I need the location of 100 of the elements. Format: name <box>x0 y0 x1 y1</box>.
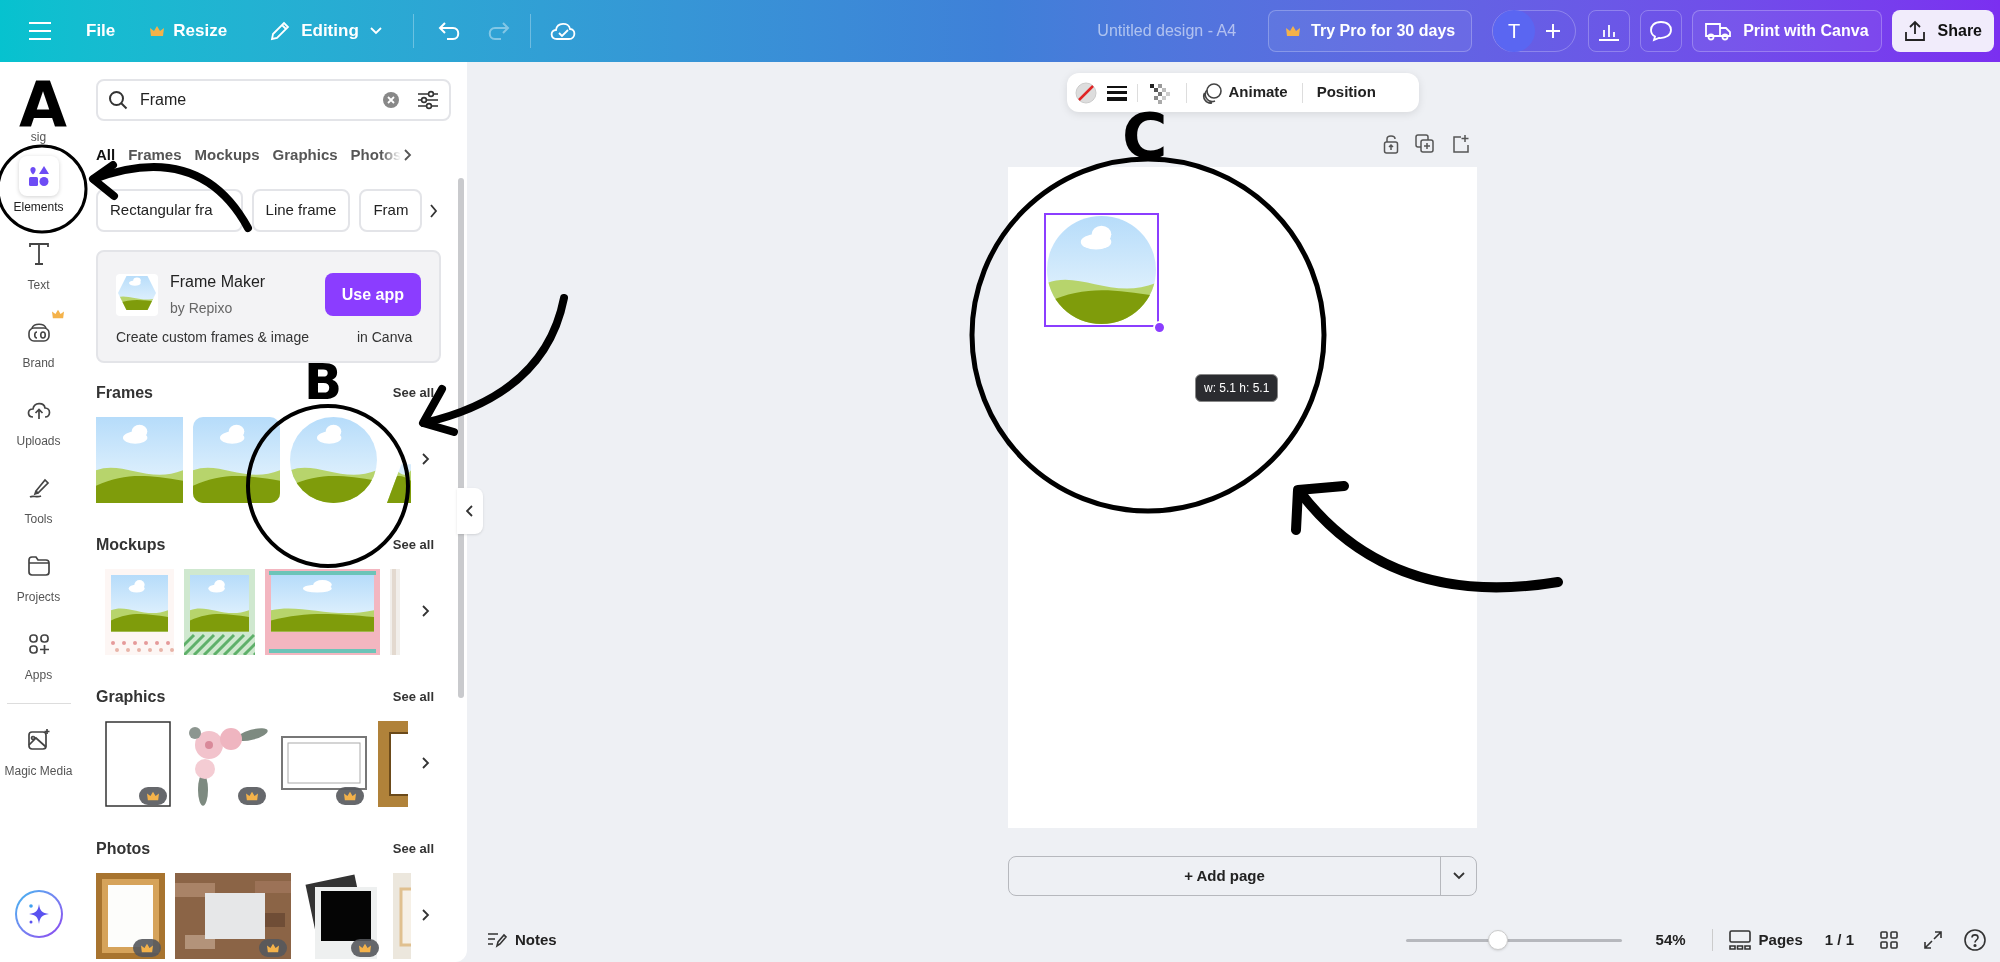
see-all-link[interactable]: See all <box>392 535 434 555</box>
animate-icon <box>1200 81 1223 104</box>
crown-icon <box>245 790 259 802</box>
filter-icon[interactable] <box>417 90 439 110</box>
brand-icon <box>25 320 52 344</box>
slider-thumb[interactable] <box>1488 930 1509 950</box>
crown-icon <box>358 942 372 954</box>
chevron-icon <box>466 505 474 517</box>
frame-thumbnail[interactable] <box>96 417 183 503</box>
notes-button[interactable]: Notes <box>487 928 557 952</box>
annotation-letter: B <box>304 364 343 400</box>
help-icon[interactable] <box>1964 929 1986 951</box>
see-all-link[interactable]: See all <box>392 687 434 707</box>
filter-tab[interactable]: Mockups <box>194 145 260 165</box>
ornate-frame-graphic[interactable] <box>378 721 408 807</box>
undo-icon <box>437 21 462 41</box>
sidebar-item[interactable]: sig <box>28 130 49 144</box>
chevron-icon <box>368 26 383 36</box>
filter-tab[interactable]: Frames <box>128 145 182 165</box>
app-icon <box>116 273 158 316</box>
pencil-icon <box>269 20 292 42</box>
collapse-panel-button[interactable] <box>457 488 483 534</box>
mockup-thumbnail[interactable] <box>184 569 255 655</box>
mockup-thumbnail[interactable] <box>265 569 380 655</box>
text-icon <box>27 242 50 266</box>
cloud-check-icon[interactable] <box>548 20 577 42</box>
suggestion-chip[interactable]: Fram <box>359 189 423 232</box>
speech-bubble-icon <box>1649 20 1674 42</box>
see-all-link[interactable]: See all <box>392 383 434 403</box>
crown-icon <box>343 790 357 802</box>
fullscreen-icon[interactable] <box>1924 931 1942 949</box>
transparency-icon[interactable] <box>1147 81 1170 104</box>
unlock-icon[interactable] <box>1383 134 1399 154</box>
notes-icon <box>487 931 507 949</box>
sidebar-item[interactable]: Tools <box>0 464 77 542</box>
zoom-slider[interactable] <box>1405 930 1622 950</box>
chevron-icon <box>421 452 431 466</box>
shapes-icon <box>27 165 50 187</box>
zoom-reading[interactable]: 54% <box>1655 928 1686 952</box>
chevron-icon <box>421 908 431 922</box>
mockup-thumbnail[interactable] <box>390 569 400 655</box>
chevron-right-icon[interactable] <box>403 148 414 162</box>
sidebar-item[interactable]: Apps <box>0 620 77 698</box>
filter-tab[interactable]: All <box>96 145 116 165</box>
search-icon <box>108 90 128 110</box>
app-description: Create custom frames & image <box>116 328 309 347</box>
crown-icon <box>146 790 160 802</box>
crown-icon <box>140 942 154 954</box>
folder-icon <box>26 555 51 577</box>
scrollbar[interactable] <box>458 178 464 698</box>
app-description: in Canva <box>356 328 413 347</box>
add-page-icon[interactable] <box>1451 134 1471 154</box>
pages-button[interactable]: Pages <box>1728 928 1803 952</box>
chevron-icon <box>421 756 431 770</box>
user-avatar[interactable]: T <box>1493 10 1536 52</box>
suggestion-chip[interactable]: Rectangular fra <box>96 189 243 232</box>
resize-handle[interactable] <box>1153 321 1166 334</box>
apps-icon <box>27 633 50 655</box>
sidebar-item[interactable]: Brand <box>0 308 77 386</box>
section-title: Mockups <box>96 535 166 555</box>
design-page[interactable]: w: 5.1 h: 5.1 <box>1008 167 1477 828</box>
crown-icon <box>1285 24 1302 38</box>
magic-image-icon <box>26 728 51 752</box>
chevron-icon <box>1452 872 1465 880</box>
dimensions-tooltip: w: 5.1 h: 5.1 <box>1195 374 1279 402</box>
frame-thumbnail[interactable] <box>193 417 280 503</box>
duplicate-icon[interactable] <box>1415 134 1435 154</box>
share-button[interactable]: Share <box>1891 10 1994 52</box>
clear-icon[interactable] <box>383 92 399 108</box>
app-card[interactable]: Frame Maker by Repixo Use app Create custom frames & image in Canva <box>96 250 441 363</box>
filter-tab[interactable]: Graphics <box>272 145 338 165</box>
see-all-link[interactable]: See all <box>392 839 434 859</box>
suggestion-chip[interactable]: Line frame <box>251 189 351 232</box>
search-field[interactable]: Frame <box>96 79 451 121</box>
comment-button[interactable] <box>1640 10 1683 52</box>
app-author: by Repixo <box>170 299 234 318</box>
position-button[interactable]: Position <box>1312 81 1380 104</box>
print-button[interactable]: Print with Canva <box>1692 10 1882 52</box>
grid-view-icon[interactable] <box>1880 931 1898 949</box>
try-pro-button[interactable]: Try Pro for 30 days <box>1268 10 1473 52</box>
use-app-button[interactable]: Use app <box>324 273 421 316</box>
sidebar-item[interactable]: Magic Media <box>0 716 77 794</box>
magic-button[interactable] <box>14 890 63 938</box>
sidebar-item[interactable]: Elements <box>0 152 77 230</box>
animate-button[interactable]: Animate <box>1196 81 1292 104</box>
plus-icon <box>1545 23 1562 39</box>
border-style-icon[interactable] <box>1106 84 1127 101</box>
mockup-thumbnail[interactable] <box>105 569 174 655</box>
sidebar-item[interactable]: Projects <box>0 542 77 620</box>
crown-icon <box>266 942 280 954</box>
sidebar-item[interactable]: Uploads <box>0 386 77 464</box>
sidebar-item[interactable]: Text <box>0 230 77 308</box>
analytics-button[interactable] <box>1588 10 1631 52</box>
app-name: Frame Maker <box>170 272 266 292</box>
section-title: Frames <box>96 383 153 403</box>
frame-outline-graphic[interactable] <box>105 721 171 807</box>
no-fill-icon[interactable] <box>1074 81 1097 104</box>
truck-icon <box>1705 21 1732 41</box>
share-icon <box>1903 20 1926 42</box>
section-title: Photos <box>96 839 151 859</box>
